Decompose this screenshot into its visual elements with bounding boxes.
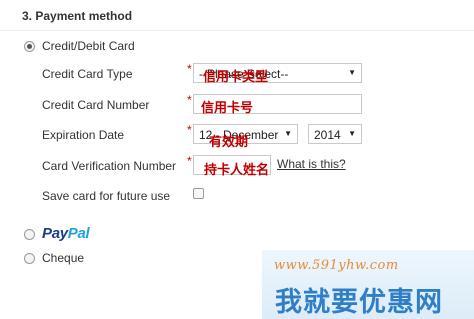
section-divider — [0, 30, 474, 31]
chevron-down-icon: ▼ — [284, 129, 292, 138]
watermark-text: 我就要优惠网 — [275, 287, 443, 318]
cvn-required-mark: * — [187, 154, 192, 168]
expiration-year-value: 2014 — [314, 128, 341, 142]
paypal-radio[interactable] — [24, 229, 35, 240]
save-card-label: Save card for future use — [42, 189, 171, 203]
watermark-url: www.591yhw.com — [274, 258, 399, 273]
expiration-overlay-cn: 有效期 — [209, 135, 249, 150]
cvn-overlay-cn: 持卡人姓名 — [204, 163, 270, 178]
expiration-required-mark: * — [187, 123, 192, 137]
card-payment-radio[interactable] — [24, 41, 35, 52]
card-type-overlay-cn: 信用卡类型 — [203, 70, 269, 85]
card-number-required-mark: * — [187, 93, 192, 107]
card-number-label: Credit Card Number — [42, 98, 150, 112]
expiration-year-select[interactable]: 2014 ▼ — [308, 124, 362, 144]
cheque-radio[interactable] — [24, 253, 35, 264]
paypal-logo: PayPal — [42, 225, 90, 242]
expiration-label: Expiration Date — [42, 128, 125, 142]
card-payment-label: Credit/Debit Card — [42, 39, 135, 53]
section-title: 3. Payment method — [22, 9, 133, 23]
paypal-logo-pay: Pay — [42, 225, 68, 242]
card-number-overlay-cn: 信用卡号 — [201, 101, 254, 116]
card-type-required-mark: * — [187, 62, 192, 76]
card-type-label: Credit Card Type — [42, 67, 133, 81]
cheque-label: Cheque — [42, 251, 85, 265]
cvn-label: Card Verification Number — [42, 159, 177, 173]
save-card-checkbox[interactable] — [193, 188, 204, 199]
chevron-down-icon: ▼ — [348, 68, 356, 77]
chevron-down-icon: ▼ — [348, 129, 356, 138]
what-is-this-link[interactable]: What is this? — [277, 157, 346, 171]
paypal-logo-pal: Pal — [67, 225, 90, 242]
